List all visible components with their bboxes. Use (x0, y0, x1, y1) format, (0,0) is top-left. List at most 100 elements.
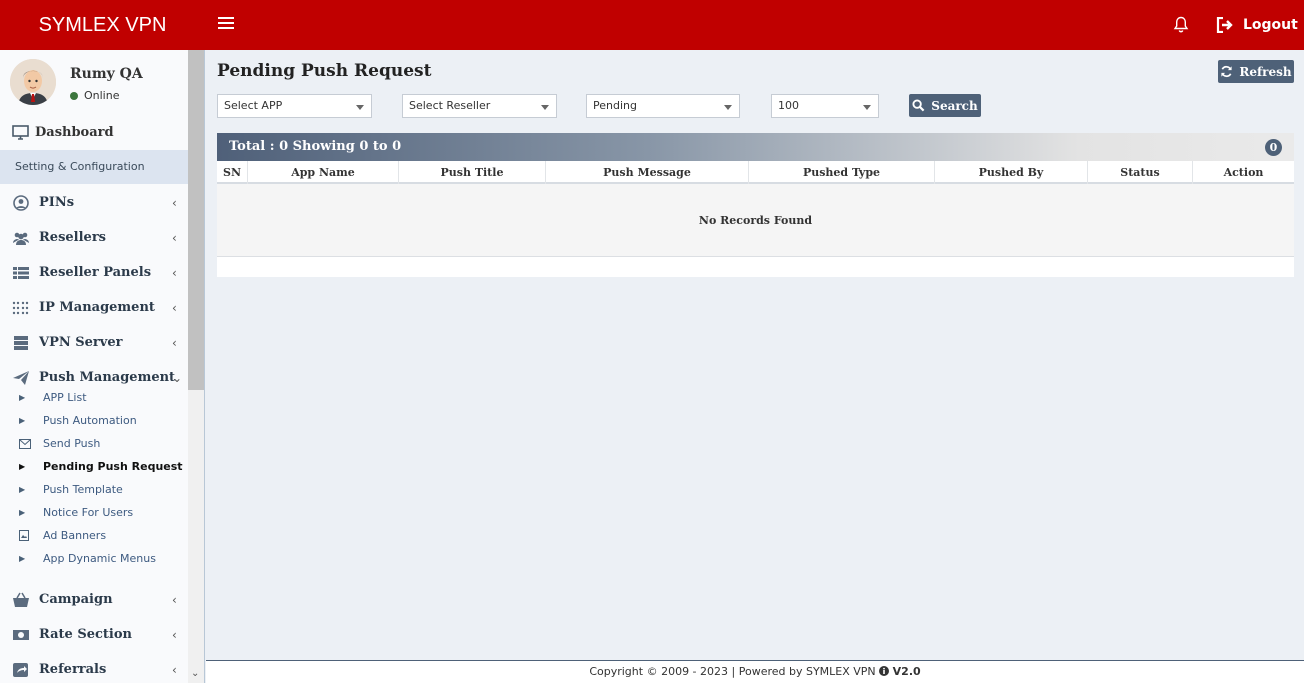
top-header: SYMLEX VPN Logout (0, 0, 1304, 50)
sidebar-item-label: Resellers (39, 230, 106, 245)
search-label: Search (931, 98, 978, 113)
caret-right-icon: ▶ (19, 507, 26, 517)
select-reseller-value: Select Reseller (409, 99, 491, 112)
total-text: Total : 0 Showing 0 to 0 (229, 139, 402, 154)
sidebar-item-pins[interactable]: PINs ‹ (0, 185, 188, 220)
info-icon (879, 666, 890, 676)
submenu-label: Ad Banners (43, 529, 107, 542)
submenu-item-app-dynamic-menus[interactable]: ▶ App Dynamic Menus (0, 547, 188, 570)
search-button[interactable]: Search (909, 94, 981, 117)
image-icon (19, 530, 29, 541)
results-table: Total : 0 Showing 0 to 0 0 SN App Name P… (217, 133, 1294, 277)
sidebar-item-campaign[interactable]: Campaign ‹ (0, 582, 188, 617)
submenu-item-send-push[interactable]: Send Push (0, 432, 188, 455)
column-header[interactable]: Status (1088, 161, 1193, 184)
sign-out-icon (1216, 17, 1233, 33)
column-header[interactable]: Pushed By (935, 161, 1088, 184)
refresh-button[interactable]: Refresh (1218, 60, 1294, 83)
sidebar-item-label: Campaign (39, 592, 113, 607)
sidebar-item-vpn-server[interactable]: VPN Server ‹ (0, 325, 188, 360)
status-value: Pending (593, 99, 637, 112)
online-status-icon (70, 91, 78, 100)
sidebar-item-rate-section[interactable]: Rate Section ‹ (0, 617, 188, 652)
status-dropdown[interactable]: Pending (586, 94, 740, 118)
select-reseller-dropdown[interactable]: Select Reseller (402, 94, 557, 118)
search-icon (912, 99, 925, 112)
avatar (10, 59, 56, 105)
submenu-item-notice-for-users[interactable]: ▶ Notice For Users (0, 501, 188, 524)
sidebar-item-resellers[interactable]: Resellers ‹ (0, 220, 188, 255)
total-bar: Total : 0 Showing 0 to 0 0 (217, 133, 1294, 161)
caret-down-icon (356, 105, 364, 110)
sidebar-item-dashboard[interactable]: Dashboard (12, 125, 114, 140)
page-size-dropdown[interactable]: 100 (771, 94, 879, 118)
menu-toggle-icon[interactable] (218, 17, 234, 33)
submenu-label: APP List (43, 391, 87, 404)
page-size-value: 100 (778, 99, 799, 112)
footer-text: Copyright © 2009 - 2023 | Powered by SYM… (589, 665, 876, 678)
sidebar-section-header: Setting & Configuration (0, 150, 188, 184)
sidebar-item-label: Dashboard (35, 125, 114, 140)
brand-logo[interactable]: SYMLEX VPN (0, 0, 205, 50)
user-name: Rumy QA (70, 66, 143, 82)
sidebar-item-label: Referrals (39, 662, 107, 677)
share-icon (13, 662, 28, 677)
chevron-left-icon: ‹ (172, 627, 177, 642)
scroll-down-arrow-icon[interactable]: ⌄ (191, 668, 201, 679)
submenu-item-push-automation[interactable]: ▶ Push Automation (0, 409, 188, 432)
submenu-item-push-template[interactable]: ▶ Push Template (0, 478, 188, 501)
column-header[interactable]: Action (1193, 161, 1294, 184)
paper-plane-icon (13, 370, 29, 385)
sidebar-item-label: IP Management (39, 300, 155, 315)
logout-button[interactable]: Logout (1216, 0, 1298, 50)
caret-right-icon: ▶ (19, 461, 26, 471)
column-header[interactable]: Push Message (546, 161, 749, 184)
user-status-label: Online (84, 89, 120, 102)
caret-down-icon (541, 105, 549, 110)
sidebar-item-reseller-panels[interactable]: Reseller Panels ‹ (0, 255, 188, 290)
column-header[interactable]: Pushed Type (749, 161, 935, 184)
empty-table-message: No Records Found (217, 184, 1294, 257)
chevron-left-icon: ‹ (172, 592, 177, 607)
submenu-label: Notice For Users (43, 506, 134, 519)
chevron-left-icon: ‹ (172, 230, 177, 245)
sidebar-item-label: Reseller Panels (39, 265, 152, 280)
submenu-label: App Dynamic Menus (43, 552, 156, 565)
notification-bell-icon[interactable] (1173, 16, 1189, 34)
submenu-item-ad-banners[interactable]: Ad Banners (0, 524, 188, 547)
caret-down-icon (724, 105, 732, 110)
user-circle-icon (13, 194, 29, 211)
chevron-left-icon: ‹ (172, 300, 177, 315)
select-app-dropdown[interactable]: Select APP (217, 94, 372, 118)
logout-label: Logout (1243, 17, 1298, 33)
column-header[interactable]: App Name (248, 161, 399, 184)
table-header: SN App Name Push Title Push Message Push… (217, 161, 1294, 184)
envelope-icon (19, 438, 31, 449)
sidebar-item-referrals[interactable]: Referrals ‹ (0, 652, 188, 683)
user-panel: Rumy QA Online Dashboard (0, 50, 188, 150)
total-count-badge: 0 (1265, 139, 1282, 156)
sidebar-scrollbar-thumb[interactable] (188, 50, 204, 390)
submenu-label: Pending Push Request (43, 460, 183, 473)
submenu-item-app-list[interactable]: ▶ APP List (0, 386, 188, 409)
chevron-left-icon: ‹ (172, 662, 177, 677)
sidebar-item-label: PINs (39, 195, 75, 210)
select-app-value: Select APP (224, 99, 283, 112)
chevron-left-icon: ‹ (172, 265, 177, 280)
caret-right-icon: ▶ (19, 484, 26, 494)
sidebar-item-ip-management[interactable]: IP Management ‹ (0, 290, 188, 325)
column-header[interactable]: Push Title (399, 161, 546, 184)
submenu-label: Push Template (43, 483, 123, 496)
submenu-item-pending-push-request[interactable]: ▶ Pending Push Request (0, 455, 188, 478)
user-status: Online (70, 89, 119, 102)
caret-right-icon: ▶ (19, 553, 26, 563)
monitor-icon (12, 125, 29, 140)
footer: Copyright © 2009 - 2023 | Powered by SYM… (206, 660, 1304, 683)
chevron-left-icon: ‹ (172, 195, 177, 210)
submenu-label: Push Automation (43, 414, 137, 427)
refresh-label: Refresh (1239, 64, 1292, 79)
money-icon (13, 629, 29, 640)
page-title: Pending Push Request (217, 61, 432, 81)
column-header[interactable]: SN (217, 161, 248, 184)
chevron-left-icon: ‹ (172, 335, 177, 350)
